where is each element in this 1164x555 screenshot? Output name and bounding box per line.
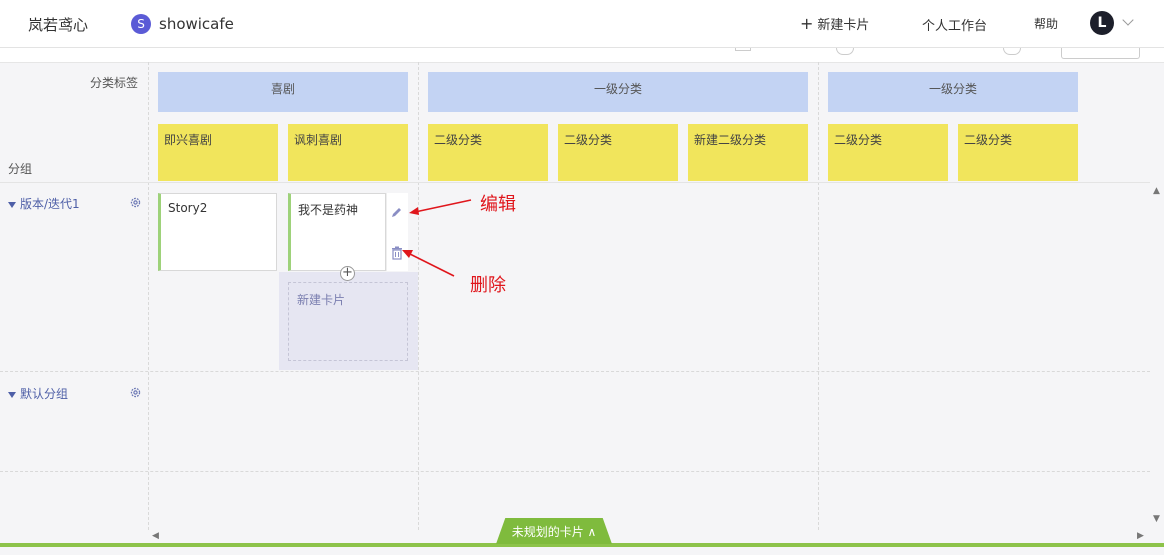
annotation-delete: 删除 xyxy=(470,275,506,296)
toolbar-remnant xyxy=(0,49,1164,62)
gear-icon[interactable] xyxy=(129,196,142,209)
scroll-right-icon[interactable]: ▶ xyxy=(1137,531,1144,541)
annotation-arrow-icon xyxy=(409,199,472,215)
new-card-button[interactable]: + 新建卡片 xyxy=(800,14,869,33)
pencil-icon[interactable] xyxy=(390,207,404,219)
column-divider xyxy=(418,62,419,530)
annotation-arrow-icon xyxy=(402,250,455,277)
row-divider xyxy=(0,371,1150,372)
story-card[interactable]: 我不是药神 xyxy=(288,193,386,271)
add-card-button[interactable]: + xyxy=(340,266,355,281)
annotation-edit: 编辑 xyxy=(480,194,516,215)
category-header[interactable]: 一级分类 xyxy=(428,72,808,112)
column-divider xyxy=(818,62,819,530)
subcategory-header[interactable]: 二级分类 xyxy=(958,124,1078,181)
new-card-slot[interactable]: 新建卡片 xyxy=(288,282,408,361)
gear-icon[interactable] xyxy=(129,386,142,399)
help-link[interactable]: 帮助 xyxy=(1034,15,1058,32)
toolbar-remnant-box xyxy=(1061,48,1140,59)
new-subcategory-header[interactable]: 新建二级分类 xyxy=(688,124,808,181)
plus-icon: + xyxy=(800,14,814,33)
caret-down-icon[interactable] xyxy=(8,391,16,398)
category-header[interactable]: 喜剧 xyxy=(158,72,408,112)
scroll-up-icon[interactable]: ▲ xyxy=(1153,186,1160,196)
brand-name[interactable]: 岚若鸢心 xyxy=(28,14,88,35)
workspace-link[interactable]: 个人工作台 xyxy=(922,15,987,34)
subcategory-header[interactable]: 讽刺喜剧 xyxy=(288,124,408,181)
scroll-left-icon[interactable]: ◀ xyxy=(152,531,159,541)
caret-down-icon[interactable] xyxy=(8,201,16,208)
row-title-label: 默认分组 xyxy=(20,387,69,401)
avatar[interactable]: L xyxy=(1090,11,1114,35)
subcategory-header[interactable]: 即兴喜剧 xyxy=(158,124,278,181)
row-divider xyxy=(0,471,1150,472)
toolbar-remnant-mark xyxy=(735,48,751,51)
column-divider xyxy=(148,62,149,530)
category-header[interactable]: 一级分类 xyxy=(828,72,1078,112)
subcategory-header[interactable]: 二级分类 xyxy=(828,124,948,181)
group-label: 分组 xyxy=(8,162,33,176)
story-card[interactable]: Story2 xyxy=(158,193,277,271)
unplanned-cards-tab[interactable]: 未规划的卡片 ∧ xyxy=(496,518,612,544)
top-bar: 岚若鸢心 S showicafe + 新建卡片 个人工作台 帮助 L xyxy=(0,0,1164,48)
chevron-down-icon[interactable] xyxy=(1122,14,1134,26)
row-divider xyxy=(0,182,1150,183)
row-title-version[interactable]: 版本/迭代1 xyxy=(8,195,80,212)
project-name[interactable]: showicafe xyxy=(159,15,234,33)
subcategory-header[interactable]: 二级分类 xyxy=(428,124,548,181)
category-label: 分类标签 xyxy=(90,76,139,90)
new-card-button-label: 新建卡片 xyxy=(817,18,870,33)
row-title-default[interactable]: 默认分组 xyxy=(8,385,68,402)
subcategory-header[interactable]: 二级分类 xyxy=(558,124,678,181)
project-badge-icon[interactable]: S xyxy=(131,14,151,34)
row-title-label: 版本/迭代1 xyxy=(20,197,80,211)
scroll-down-icon[interactable]: ▼ xyxy=(1153,514,1160,524)
